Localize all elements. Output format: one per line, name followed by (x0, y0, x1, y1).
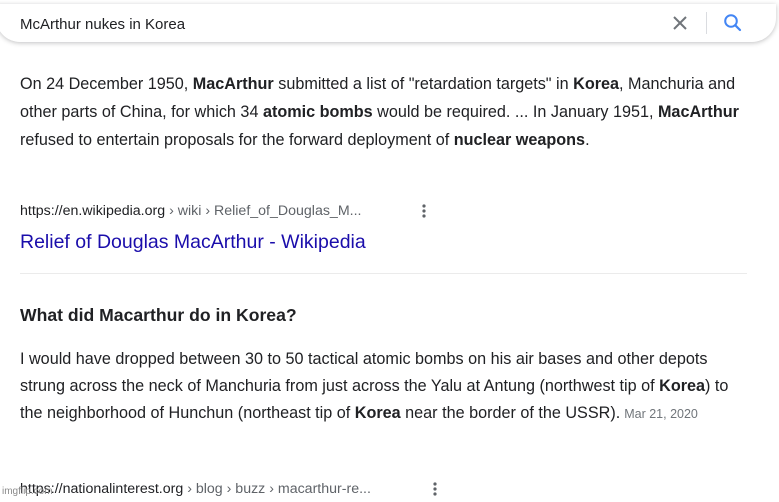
snippet-highlight: atomic bombs (262, 103, 373, 121)
answer-date: Mar 21, 2020 (624, 407, 698, 421)
section-divider (20, 273, 747, 274)
clear-search-button[interactable] (670, 13, 690, 33)
watermark: imgflip.com (2, 486, 53, 497)
result-path: › wiki › Relief_of_Douglas_M... (165, 203, 362, 219)
search-bar (0, 4, 776, 42)
snippet-highlight: MacArthur (657, 103, 739, 121)
more-vert-icon (433, 482, 437, 496)
answer-text: I would have dropped between 30 to 50 ta… (20, 350, 708, 395)
snippet-text: . (585, 131, 590, 149)
snippet-text: would be required. ... In January 1951, (372, 103, 658, 121)
snippet-text: refused to entertain proposals for the f… (20, 131, 454, 149)
more-options-button[interactable] (428, 479, 442, 499)
search-icon (724, 14, 742, 32)
result-citation: https://nationalinterest.org › blog › bu… (20, 479, 760, 499)
snippet-text: On 24 December 1950, (20, 75, 193, 93)
search-divider (706, 12, 707, 34)
result-path: › blog › buzz › macarthur-re... (183, 481, 371, 497)
answer-highlight: Korea (354, 404, 401, 422)
related-question[interactable]: What did Macarthur do in Korea? (20, 303, 297, 327)
result-citation: https://en.wikipedia.org › wiki › Relief… (20, 201, 760, 221)
result-domain: https://en.wikipedia.org (20, 203, 166, 219)
more-options-button[interactable] (417, 201, 431, 221)
close-icon (673, 16, 687, 30)
featured-snippet-text: On 24 December 1950, MacArthur submitted… (20, 70, 755, 154)
snippet-highlight: nuclear weapons (453, 131, 586, 149)
answer-highlight: Korea (659, 377, 706, 395)
snippet-highlight: MacArthur (192, 75, 274, 93)
question-answer-text: I would have dropped between 30 to 50 ta… (20, 346, 755, 428)
answer-text: near the border of the USSR). (400, 404, 621, 422)
snippet-text: submitted a list of "retardation targets… (273, 75, 574, 93)
search-input[interactable] (20, 14, 620, 34)
search-button[interactable] (722, 12, 744, 34)
result-title-link[interactable]: Relief of Douglas MacArthur - Wikipedia (20, 229, 366, 255)
snippet-highlight: Korea (573, 75, 620, 93)
more-vert-icon (422, 204, 426, 218)
